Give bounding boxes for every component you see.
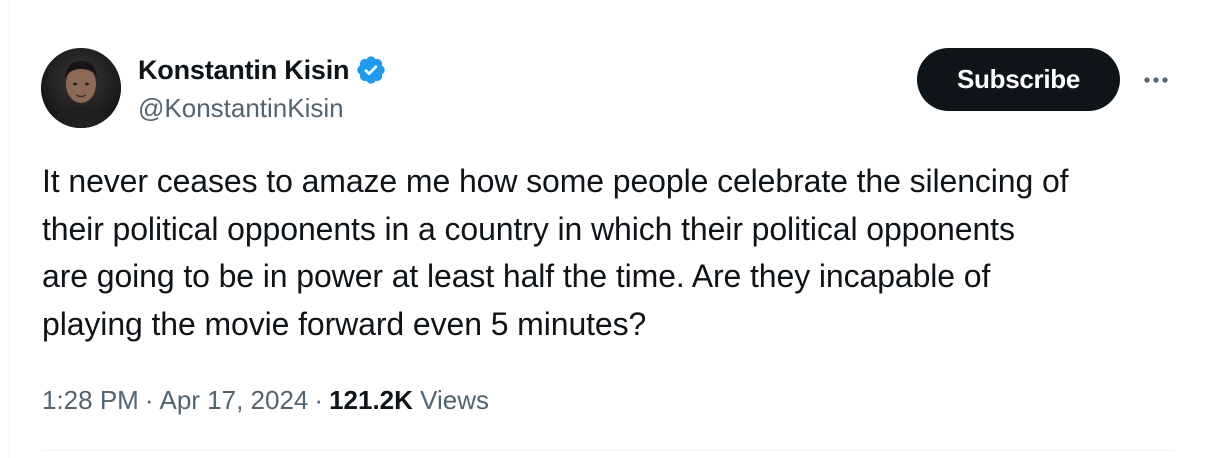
tweet-text: It never ceases to amaze me how some peo… — [42, 158, 1172, 348]
timestamp-link[interactable]: 1:28 PM · Apr 17, 2024 — [42, 385, 308, 415]
tweet-text-line: their political opponents in a country i… — [42, 210, 1015, 247]
views-label: Views — [420, 385, 490, 415]
verified-badge-icon[interactable] — [355, 54, 387, 86]
divider — [42, 450, 1174, 451]
tweet-text-line: playing the movie forward even 5 minutes… — [42, 305, 647, 342]
subscribe-button[interactable]: Subscribe — [917, 48, 1120, 111]
avatar-image — [41, 48, 121, 128]
ellipsis-icon[interactable] — [1140, 64, 1172, 96]
tweet-metadata: 1:28 PM · Apr 17, 2024 · 121.2K Views — [42, 382, 489, 418]
tweet-time: 1:28 PM — [42, 385, 139, 415]
view-count: 121.2K — [329, 385, 413, 415]
author-name-row[interactable]: Konstantin Kisin — [138, 52, 387, 88]
separator-dot: · — [144, 385, 154, 415]
separator-dot: · — [314, 385, 324, 415]
tweet-date: Apr 17, 2024 — [159, 385, 309, 415]
author-display-name[interactable]: Konstantin Kisin — [138, 52, 350, 88]
author-handle[interactable]: @KonstantinKisin — [138, 91, 344, 125]
avatar[interactable] — [41, 48, 121, 128]
tweet-text-line: It never ceases to amaze me how some peo… — [42, 163, 1069, 199]
tweet-text-line: are going to be in power at least half t… — [42, 258, 991, 294]
